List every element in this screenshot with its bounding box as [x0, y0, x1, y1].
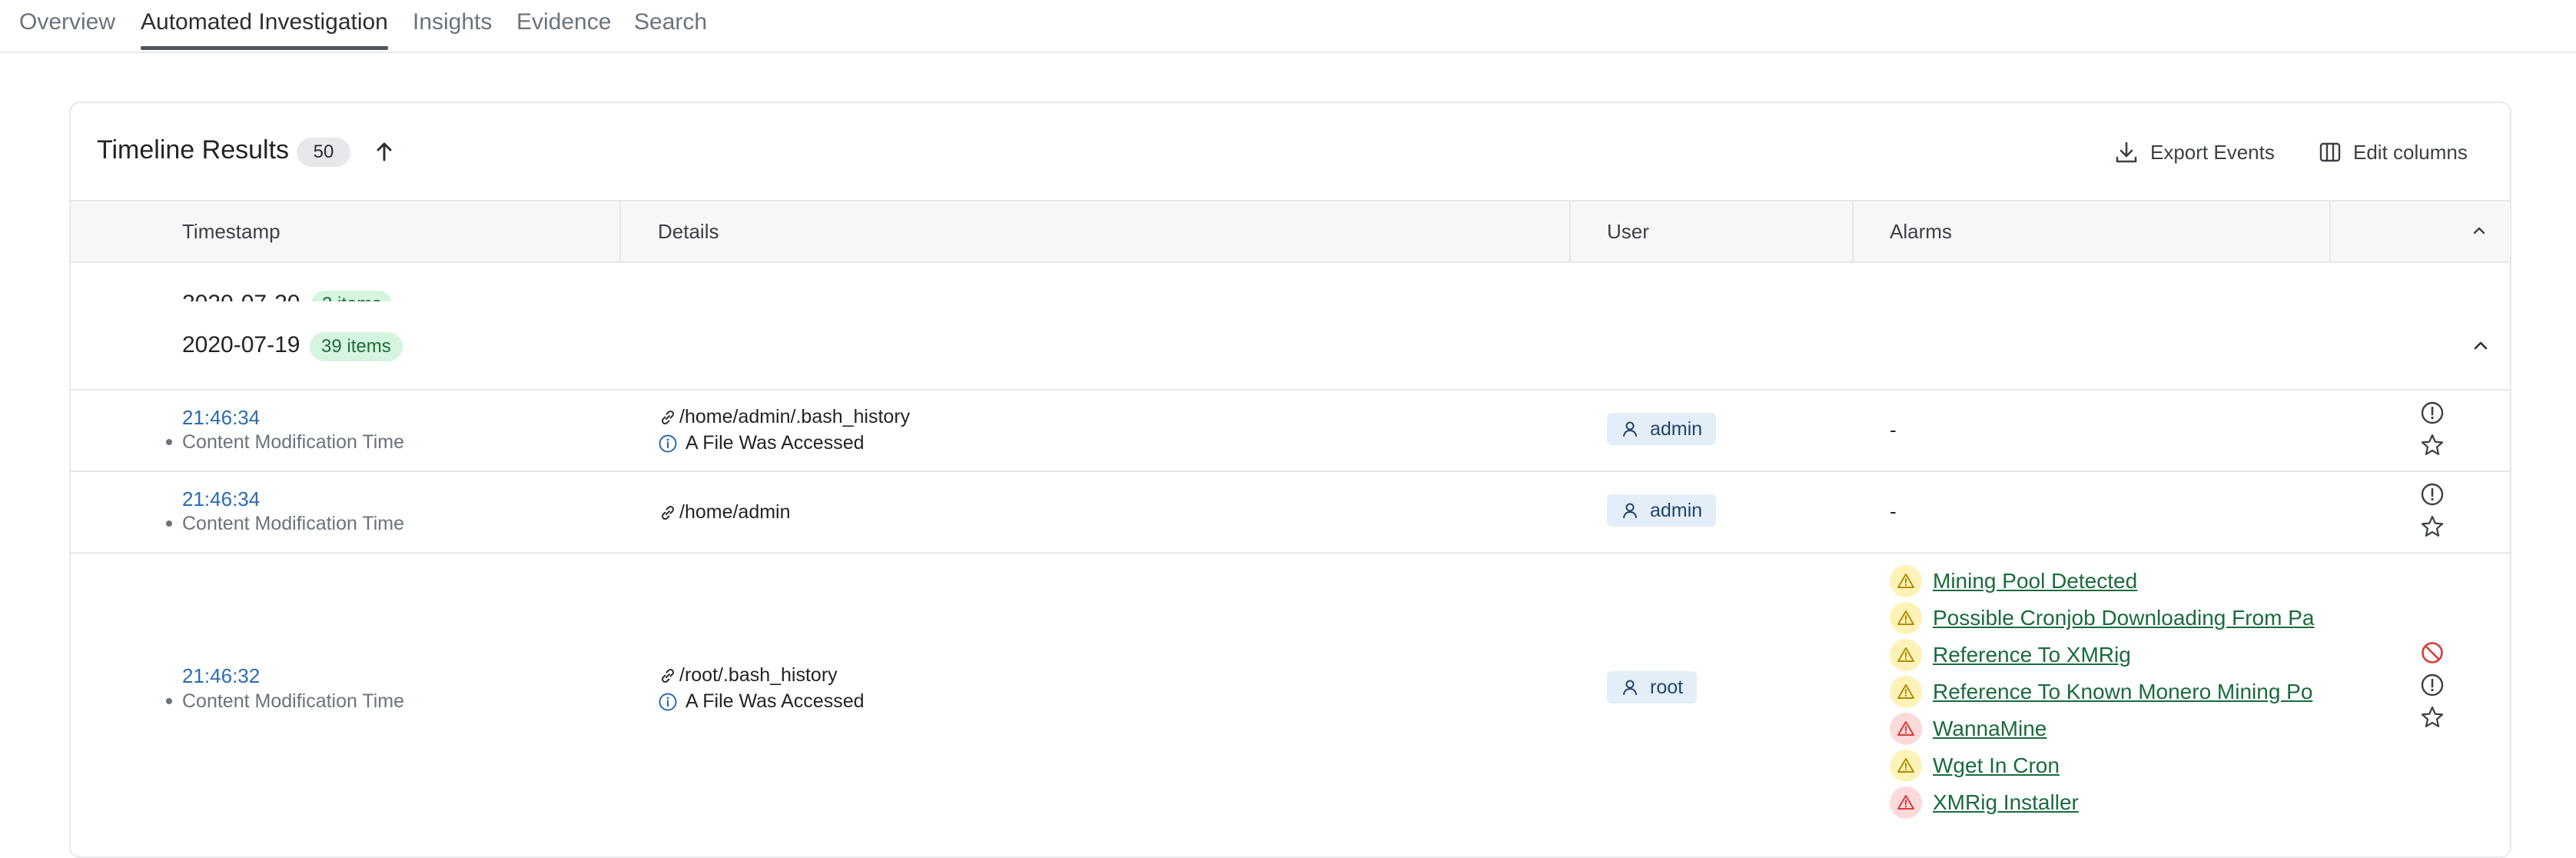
file-path: /home/admin — [679, 501, 791, 523]
bullet — [166, 520, 172, 527]
column-header-timestamp[interactable]: Timestamp — [182, 201, 281, 261]
table-row[interactable]: 21:46:34 Content Modification Time /home… — [71, 391, 2510, 472]
tab-bar: Overview Automated Investigation Insight… — [0, 0, 2576, 53]
info-icon — [659, 434, 677, 452]
alarm-link[interactable]: WannaMine — [1933, 717, 2047, 741]
export-events-label: Export Events — [2150, 140, 2275, 164]
warning-triangle-icon — [1890, 639, 1922, 671]
group-date: 2020-07-19 — [182, 332, 300, 358]
alarm-item[interactable]: WannaMine — [1890, 712, 2047, 746]
alarm-link[interactable]: XMRig Installer — [1933, 790, 2079, 815]
warning-triangle-icon — [1890, 786, 1922, 819]
file-path-link[interactable]: /home/admin/.bash_history — [658, 406, 910, 428]
active-tab-indicator — [141, 46, 388, 50]
timestamp-link[interactable]: 21:46:34 — [182, 487, 260, 511]
alert-circle-icon[interactable] — [2419, 672, 2445, 698]
bullet — [166, 698, 172, 704]
timestamp-link[interactable]: 21:46:32 — [182, 664, 260, 688]
column-header-details[interactable]: Details — [658, 201, 719, 261]
alarm-link[interactable]: Wget In Cron — [1933, 753, 2060, 778]
alert-circle-icon[interactable] — [2419, 400, 2445, 426]
file-path-link[interactable]: /home/admin — [658, 501, 791, 524]
alarm-item[interactable]: Wget In Cron — [1890, 749, 2060, 783]
block-icon[interactable] — [2419, 640, 2445, 666]
star-icon[interactable] — [2419, 432, 2445, 458]
chevron-up-icon[interactable] — [2468, 220, 2490, 241]
table-row[interactable]: 21:46:32 Content Modification Time /root… — [71, 554, 2510, 856]
star-icon[interactable] — [2419, 514, 2445, 540]
file-path-link[interactable]: /root/.bash_history — [658, 664, 838, 687]
timestamp-type: Content Modification Time — [182, 431, 405, 453]
warning-triangle-icon — [1890, 713, 1922, 745]
user-name: admin — [1650, 417, 1703, 440]
column-divider — [1569, 201, 1571, 261]
warning-triangle-icon — [1890, 676, 1922, 708]
event-label: A File Was Accessed — [685, 690, 865, 712]
user-badge[interactable]: admin — [1607, 413, 1717, 445]
star-icon[interactable] — [2419, 704, 2445, 730]
bullet — [166, 439, 172, 445]
chevron-up-icon[interactable] — [2468, 334, 2493, 358]
alarm-item[interactable]: Reference To Known Monero Mining Po — [1890, 675, 2312, 709]
edit-columns-button[interactable]: Edit columns — [2318, 135, 2468, 169]
column-divider — [1852, 201, 1854, 261]
info-icon — [659, 693, 677, 710]
export-events-button[interactable]: Export Events — [2113, 135, 2275, 169]
column-header-user[interactable]: User — [1607, 201, 1649, 261]
link-icon — [661, 668, 675, 683]
alarm-link[interactable]: Possible Cronjob Downloading From Pa — [1933, 606, 2314, 630]
link-icon — [661, 505, 675, 520]
event-label: A File Was Accessed — [685, 432, 865, 454]
column-divider — [2329, 201, 2331, 261]
group-count-badge: 39 items — [310, 332, 403, 361]
column-divider — [619, 201, 621, 261]
tab-insights[interactable]: Insights — [413, 9, 492, 35]
warning-triangle-icon — [1890, 565, 1922, 597]
timeline-results-card: Timeline Results 50 Export Events Edit c… — [69, 101, 2511, 858]
tab-overview[interactable]: Overview — [19, 9, 115, 35]
user-badge[interactable]: admin — [1607, 494, 1717, 527]
alarm-item[interactable]: Mining Pool Detected — [1890, 564, 2137, 598]
file-path: /home/admin/.bash_history — [679, 406, 911, 427]
timestamp-link[interactable]: 21:46:34 — [182, 406, 260, 430]
alarm-link[interactable]: Reference To XMRig — [1933, 643, 2131, 667]
warning-triangle-icon — [1890, 602, 1922, 634]
date-group-header[interactable]: 2020-07-19 39 items — [71, 303, 2510, 391]
arrow-up-icon — [377, 142, 392, 161]
no-alarms: - — [1890, 418, 1897, 441]
user-name: admin — [1650, 499, 1703, 521]
tab-search[interactable]: Search — [634, 9, 707, 35]
alarm-link[interactable]: Mining Pool Detected — [1933, 569, 2137, 594]
table-header: Timestamp Details User Alarms — [71, 200, 2510, 263]
tab-automated-investigation[interactable]: Automated Investigation — [141, 9, 388, 35]
alert-circle-icon[interactable] — [2419, 481, 2445, 507]
alarm-item[interactable]: Reference To XMRig — [1890, 638, 2131, 672]
edit-columns-label: Edit columns — [2353, 140, 2468, 164]
person-icon — [1623, 503, 1637, 518]
tab-evidence[interactable]: Evidence — [516, 9, 611, 35]
results-count-badge: 50 — [297, 138, 350, 167]
alarm-item[interactable]: XMRig Installer — [1890, 786, 2079, 820]
no-alarms: - — [1890, 500, 1897, 523]
column-header-alarms[interactable]: Alarms — [1890, 201, 1952, 261]
link-icon — [661, 410, 675, 424]
person-icon — [1623, 680, 1637, 695]
alarm-link[interactable]: Reference To Known Monero Mining Po — [1933, 680, 2312, 704]
event-description: A File Was Accessed — [658, 432, 865, 454]
person-icon — [1623, 421, 1637, 437]
timestamp-type: Content Modification Time — [182, 690, 405, 712]
download-icon — [2116, 141, 2137, 163]
user-badge[interactable]: root — [1607, 671, 1698, 703]
columns-icon — [2319, 142, 2341, 162]
alarm-list: Mining Pool Detected Possible Cronjob Do… — [1890, 554, 2398, 856]
sort-button[interactable] — [367, 135, 401, 169]
card-title: Timeline Results — [97, 135, 290, 165]
event-description: A File Was Accessed — [658, 690, 865, 713]
user-name: root — [1650, 676, 1684, 698]
alarm-item[interactable]: Possible Cronjob Downloading From Pa — [1890, 601, 2314, 635]
warning-triangle-icon — [1890, 750, 1922, 782]
file-path: /root/.bash_history — [679, 664, 838, 686]
table-row[interactable]: 21:46:34 Content Modification Time /home… — [71, 472, 2510, 554]
timestamp-type: Content Modification Time — [182, 513, 405, 534]
